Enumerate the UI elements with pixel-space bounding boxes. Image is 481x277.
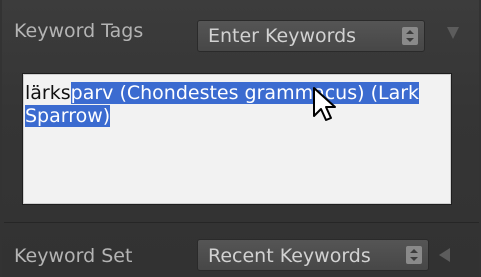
stepper-icon — [406, 246, 422, 264]
keyword-text-selection: parv (Chondestes grammacus) (Lark Sparro… — [25, 82, 420, 127]
keyword-tags-textarea[interactable]: lärksparv (Chondestes grammacus) (Lark S… — [22, 73, 452, 205]
keyword-set-value: Recent Keywords — [208, 245, 371, 267]
disclosure-triangle-left-icon[interactable] — [439, 248, 450, 262]
keyword-entry-mode-select[interactable]: Enter Keywords — [197, 20, 425, 52]
keyword-tags-text[interactable]: lärksparv (Chondestes grammacus) (Lark S… — [25, 82, 451, 128]
keyword-set-label: Keyword Set — [14, 245, 133, 267]
keyword-tags-label: Keyword Tags — [14, 20, 144, 42]
keyword-set-select[interactable]: Recent Keywords — [197, 239, 429, 271]
disclosure-triangle-down-icon[interactable] — [447, 27, 459, 39]
keywording-panel: Keyword Tags Enter Keywords lärksparv (C… — [2, 0, 479, 277]
keyword-entry-mode-value: Enter Keywords — [208, 25, 357, 47]
stepper-icon — [402, 27, 418, 45]
section-divider — [4, 222, 479, 223]
mouse-pointer-icon — [313, 87, 336, 121]
keyword-text-unselected: lärks — [25, 82, 71, 104]
